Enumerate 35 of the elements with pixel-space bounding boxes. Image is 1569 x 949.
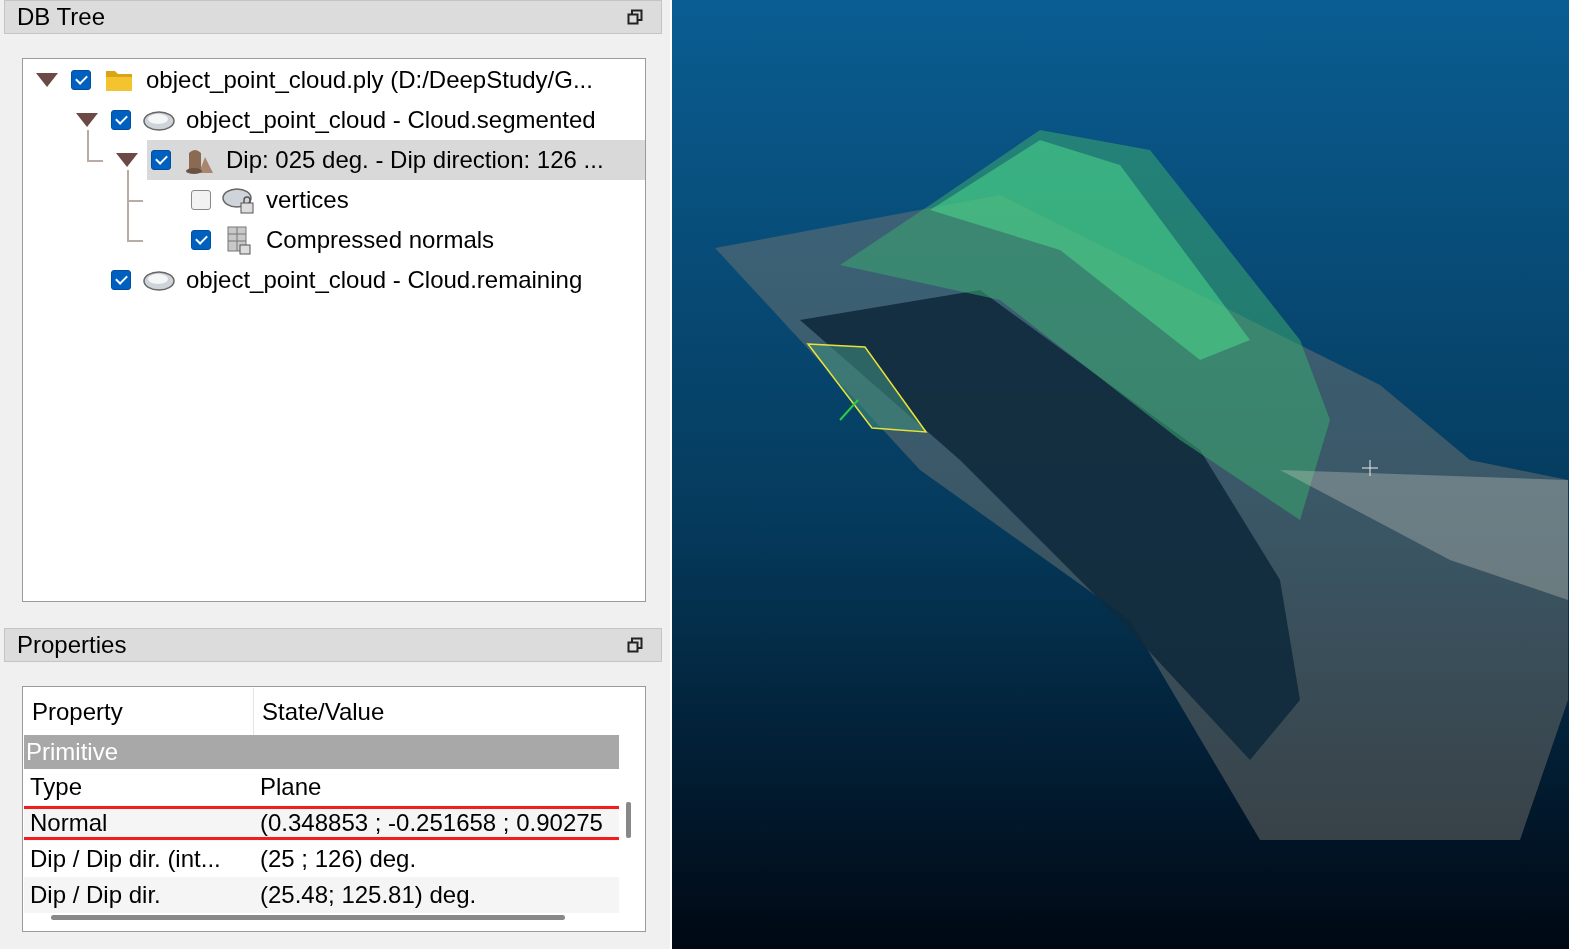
- checkbox[interactable]: [111, 270, 131, 290]
- property-value: (0.348853 ; -0.251658 ; 0.90275: [259, 809, 604, 837]
- horizontal-scrollbar[interactable]: [51, 915, 565, 920]
- group-row: Primitive: [24, 735, 619, 769]
- locked-cloud-icon: [222, 185, 256, 215]
- checkbox[interactable]: [191, 230, 211, 250]
- float-window-icon[interactable]: [627, 9, 643, 25]
- tree-item[interactable]: Dip: 025 deg. - Dip direction: 126 ...: [147, 140, 645, 180]
- property-value: (25 ; 126) deg.: [259, 845, 418, 873]
- property-name: Normal: [29, 809, 109, 837]
- cloud-icon: [143, 109, 175, 131]
- tree-item[interactable]: vertices: [187, 180, 645, 220]
- tree-item[interactable]: object_point_cloud - Cloud.remaining: [107, 260, 645, 300]
- tree-item[interactable]: object_point_cloud - Cloud.segmented: [107, 100, 645, 140]
- column-header[interactable]: State/Value: [254, 688, 619, 735]
- expanded-arrow-icon[interactable]: [36, 72, 58, 88]
- checkbox[interactable]: [71, 70, 91, 90]
- property-name: Type: [29, 773, 84, 801]
- cloud-icon: [143, 269, 175, 291]
- float-window-icon[interactable]: [627, 637, 643, 653]
- checkbox[interactable]: [111, 110, 131, 130]
- property-value: Plane: [259, 773, 323, 801]
- expanded-arrow-icon[interactable]: [76, 112, 98, 128]
- database-icon: [225, 225, 253, 255]
- panel-title: DB Tree: [17, 3, 106, 31]
- property-value: (25.48; 125.81) deg.: [259, 881, 478, 909]
- vertical-scrollbar[interactable]: [626, 802, 631, 838]
- checkbox[interactable]: [151, 150, 171, 170]
- tree-item[interactable]: object_point_cloud.ply (D:/DeepStudy/G...: [67, 60, 645, 100]
- expanded-arrow-icon[interactable]: [116, 152, 138, 168]
- property-name: Dip / Dip dir. (int...: [29, 845, 222, 873]
- panel-title: Properties: [17, 631, 127, 659]
- tree-item[interactable]: Compressed normals: [187, 220, 645, 260]
- property-name: Dip / Dip dir.: [29, 881, 162, 909]
- checkbox[interactable]: [191, 190, 211, 210]
